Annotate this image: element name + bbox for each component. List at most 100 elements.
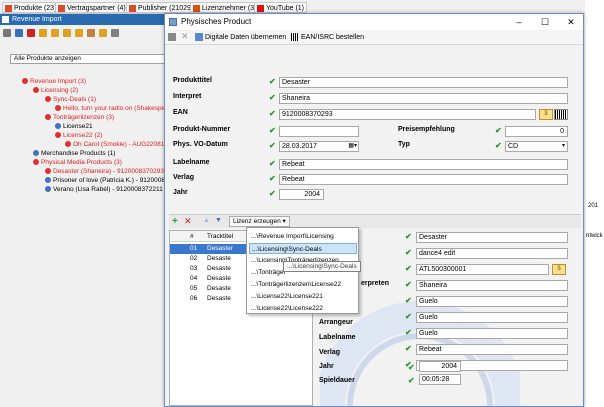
bg-panel-title: Revenue Import bbox=[0, 14, 164, 25]
labelname-label: Labelname bbox=[173, 159, 210, 166]
move-up-button[interactable]: ▲ bbox=[203, 217, 210, 224]
track-labelname-input[interactable]: Rebeat bbox=[416, 344, 568, 355]
ean-label: EAN bbox=[173, 109, 188, 116]
tree-node[interactable]: Sync-Deals (1) bbox=[45, 96, 96, 104]
vo-datum-label: Phys. VO-Datum bbox=[173, 141, 228, 148]
check-icon: ✔ bbox=[269, 77, 276, 86]
track-title: Desaste bbox=[207, 255, 231, 262]
tree-node[interactable]: Tonträgerlizenzen (3) bbox=[45, 114, 114, 122]
main-tab-strip: Produkte (23) Vertragspartner (4) Publishe… bbox=[0, 0, 604, 14]
jahr-input[interactable]: 2004 bbox=[279, 189, 324, 200]
delete-icon[interactable] bbox=[27, 29, 35, 37]
tree-node[interactable]: Hello, turn your radio on (Shakespe bbox=[55, 105, 165, 113]
tree-node-label: Prisoner of love (Patricia K.) - 9120008… bbox=[53, 177, 169, 184]
node-icon bbox=[55, 105, 61, 112]
save-button[interactable] bbox=[168, 33, 178, 43]
isrc-price-button[interactable]: $ bbox=[552, 264, 566, 275]
menu-item[interactable]: ...\Licensing\Sync-Deals bbox=[249, 243, 357, 254]
tree-node[interactable]: License21 bbox=[55, 123, 93, 131]
menu-item[interactable]: ...\License22\License222 bbox=[249, 303, 357, 314]
dialog-toolbar: ✕ Digitale Daten übernemen EAN/ISRC best… bbox=[165, 31, 583, 45]
check-icon: ✔ bbox=[405, 264, 412, 273]
tree-node[interactable]: Revenue Import (3) bbox=[22, 78, 86, 86]
interpret-input[interactable]: Shaneira bbox=[279, 93, 568, 104]
track-interpret-input[interactable]: Shaneira bbox=[416, 280, 568, 291]
spieldauer-input[interactable]: 00:05:28 bbox=[419, 374, 461, 385]
barcode-icon bbox=[291, 33, 299, 42]
folder-icon[interactable] bbox=[39, 29, 47, 37]
key-icon[interactable] bbox=[87, 29, 95, 37]
tree-node-label: Desaster (Shaneira) - 9120008370293 - bbox=[53, 168, 168, 175]
preisempfehlung-input[interactable]: 0 bbox=[505, 126, 568, 137]
tab-label: Produkte (23) bbox=[14, 5, 57, 12]
minimize-button[interactable]: – bbox=[507, 16, 531, 28]
main-tab-4[interactable]: YouTube (1) bbox=[254, 2, 308, 13]
main-tab-1[interactable]: Vertragspartner (4) bbox=[55, 2, 129, 13]
folder-star-icon[interactable] bbox=[99, 29, 107, 37]
product-filter-select[interactable]: Alle Produkte anzeigen bbox=[10, 54, 168, 64]
tree-node[interactable]: Prisoner of love (Patricia K.) - 9120008… bbox=[45, 177, 169, 185]
tree-node-label: Hello, turn your radio on (Shakespe bbox=[63, 105, 166, 112]
typ-value: CD bbox=[508, 143, 519, 150]
calendar-icon[interactable]: ▦▾ bbox=[348, 142, 357, 151]
track-title: Desaste bbox=[207, 275, 231, 282]
main-tab-2[interactable]: Publisher (21029) bbox=[126, 2, 197, 13]
close-button[interactable]: ✕ bbox=[559, 16, 583, 28]
vo-datum-picker[interactable]: 28.03.2017 ▦▾ bbox=[279, 141, 359, 152]
check-icon: ✔ bbox=[269, 93, 276, 102]
tree-node[interactable]: Verano (Lisa Rabél) - 9120008372211 - bbox=[45, 186, 167, 194]
digital-data-button[interactable]: Digitale Daten übernemen bbox=[195, 33, 286, 43]
typ-select[interactable]: CD ▾ bbox=[505, 141, 568, 152]
edit-icon[interactable] bbox=[15, 29, 23, 37]
main-tab-3[interactable]: Lizenznehmer (3) bbox=[190, 2, 260, 13]
tree-node[interactable]: Licensing (2) bbox=[33, 87, 78, 95]
list-icon[interactable] bbox=[111, 29, 119, 37]
track-number: 04 bbox=[190, 275, 198, 282]
preisempfehlung-label: Preisempfehlung bbox=[398, 126, 455, 133]
composer-input[interactable]: Guelo bbox=[416, 296, 568, 307]
tree-node[interactable]: Desaster (Shaneira) - 9120008370293 - bbox=[45, 168, 168, 176]
ean-isrc-button[interactable]: EAN/ISRC bestellen bbox=[291, 33, 364, 43]
ean-price-button[interactable]: $ bbox=[539, 109, 553, 120]
add-track-button[interactable]: + bbox=[172, 216, 178, 227]
tree-node[interactable]: Physical Media Products (3) bbox=[33, 159, 122, 167]
verlag-input[interactable]: Rebeat bbox=[279, 174, 568, 185]
produkttitel-input[interactable]: Desaster bbox=[279, 77, 568, 88]
ean-barcode-button[interactable] bbox=[554, 109, 568, 120]
grid-icon[interactable] bbox=[3, 29, 11, 37]
node-icon bbox=[45, 168, 51, 175]
cancel-button[interactable]: ✕ bbox=[181, 31, 189, 41]
menu-item[interactable]: ...\Revenue Import\Licensing bbox=[249, 231, 357, 242]
ean-input[interactable]: 9120008370293 bbox=[279, 109, 536, 120]
track-version-input[interactable]: dance4 edit bbox=[416, 248, 568, 259]
interpreten-label: erpreten bbox=[361, 280, 390, 287]
main-tab-0[interactable]: Produkte (23) bbox=[2, 2, 60, 13]
arrangeur-input[interactable]: Guelo bbox=[416, 328, 568, 339]
menu-item[interactable]: ...\Tonträgerlizenzen\License22 bbox=[249, 279, 357, 290]
tree-node[interactable]: License22 (2) bbox=[55, 132, 102, 140]
folder-open-icon[interactable] bbox=[63, 29, 71, 37]
tree-node[interactable]: Merchandise Products (1) bbox=[33, 150, 115, 158]
bg-right-edge: 201 ntwick bbox=[585, 0, 604, 407]
produkt-nummer-input[interactable] bbox=[279, 126, 359, 137]
track-toolbar: + ✕ ▲ ▼ Lizenz erzeugen ▾ bbox=[169, 214, 581, 228]
move-down-button[interactable]: ▼ bbox=[215, 217, 222, 224]
labelname-input[interactable]: Rebeat bbox=[279, 159, 568, 170]
tree-node[interactable]: Oh Carol (Smokie) - AUG2208196 bbox=[65, 141, 172, 149]
spieldauer-label: Spieldauer bbox=[319, 377, 355, 384]
maximize-button[interactable]: ☐ bbox=[533, 16, 557, 28]
track-title-input[interactable]: Desaster bbox=[416, 232, 568, 243]
delete-track-button[interactable]: ✕ bbox=[184, 216, 192, 227]
folder-add-icon[interactable] bbox=[51, 29, 59, 37]
isrc-input[interactable]: ATL500300001 bbox=[416, 264, 549, 275]
track-jahr-input[interactable]: 2004 bbox=[419, 361, 461, 372]
lizenz-erzeugen-button[interactable]: Lizenz erzeugen ▾ bbox=[229, 216, 290, 227]
check-icon: ✔ bbox=[408, 363, 415, 372]
tree-node-label: Tonträgerlizenzen (3) bbox=[53, 114, 115, 121]
tree-node-label: Revenue Import (3) bbox=[30, 78, 86, 85]
lyricist-input[interactable]: Guelo bbox=[416, 312, 568, 323]
folder-move-icon[interactable] bbox=[75, 29, 83, 37]
menu-item[interactable]: ...\License22\License221 bbox=[249, 291, 357, 302]
grid-header-number[interactable]: # bbox=[190, 231, 200, 242]
tab-label: Lizenznehmer (3) bbox=[202, 5, 257, 12]
